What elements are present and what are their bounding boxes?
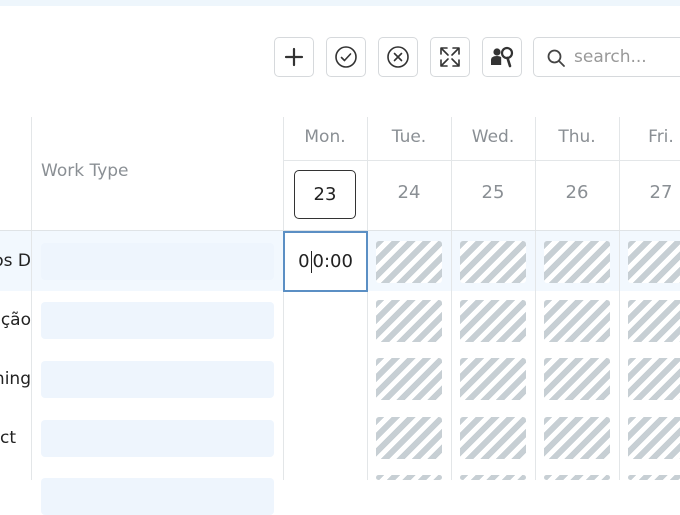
disabled-time-cell	[460, 358, 526, 400]
work-type-select[interactable]	[41, 478, 274, 515]
expand-icon	[440, 47, 460, 67]
date-wed[interactable]: 25	[451, 182, 535, 203]
date-mon-today[interactable]: 23	[294, 170, 356, 219]
disabled-time-cell	[376, 475, 442, 480]
disabled-time-cell	[544, 358, 610, 400]
time-entry-after-caret: 0:00	[312, 251, 353, 272]
date-fri[interactable]: 27	[619, 182, 680, 203]
row-project-label: ct	[0, 428, 17, 448]
work-type-select[interactable]	[41, 420, 274, 457]
work-type-select[interactable]	[41, 243, 274, 280]
work-type-select[interactable]	[41, 361, 274, 398]
expand-button[interactable]	[430, 37, 470, 77]
disabled-time-cell	[460, 241, 526, 283]
disabled-time-cell	[544, 300, 610, 342]
disabled-time-cell	[460, 417, 526, 459]
grid-divider	[451, 117, 452, 480]
x-circle-icon	[387, 46, 409, 68]
work-type-header: Work Type	[41, 161, 129, 181]
time-entry-before-caret: 0	[298, 251, 310, 272]
check-circle-icon	[335, 46, 357, 68]
disabled-time-cell	[628, 300, 680, 342]
day-header-tue: Tue.	[391, 127, 427, 147]
grid-divider	[283, 160, 680, 161]
search-input[interactable]	[574, 46, 680, 68]
plus-icon	[284, 47, 304, 67]
day-header-mon: Mon.	[304, 127, 346, 147]
day-header-wed: Wed.	[471, 127, 515, 147]
disabled-time-cell	[376, 300, 442, 342]
day-header-fri: Fri.	[648, 127, 674, 147]
people-search-icon	[491, 46, 514, 68]
disabled-time-cell	[628, 358, 680, 400]
day-header-thu: Thu.	[558, 127, 596, 147]
disabled-time-cell	[628, 417, 680, 459]
row-project-label: ição	[0, 310, 31, 330]
grid-divider	[535, 117, 536, 480]
disabled-time-cell	[376, 417, 442, 459]
disabled-time-cell	[460, 475, 526, 480]
disabled-time-cell	[460, 300, 526, 342]
disabled-time-cell	[376, 358, 442, 400]
disabled-time-cell	[628, 241, 680, 283]
disabled-time-cell	[544, 241, 610, 283]
grid-divider	[283, 117, 284, 480]
disabled-time-cell	[376, 241, 442, 283]
add-entry-button[interactable]	[274, 37, 314, 77]
row-project-label: os D	[0, 251, 31, 271]
disabled-time-cell	[628, 475, 680, 480]
top-banner	[0, 0, 680, 6]
date-tue[interactable]: 24	[367, 182, 451, 203]
search-box[interactable]	[533, 37, 680, 77]
reject-button[interactable]	[378, 37, 418, 77]
time-entry-input[interactable]: 0 0:00	[283, 231, 368, 292]
people-filter-button[interactable]	[482, 37, 522, 77]
text-caret	[310, 250, 312, 273]
disabled-time-cell	[544, 475, 610, 480]
approve-button[interactable]	[326, 37, 366, 77]
row-project-label: hing	[0, 369, 31, 389]
grid-divider	[619, 117, 620, 480]
disabled-time-cell	[544, 417, 610, 459]
grid-divider	[367, 117, 368, 480]
date-thu[interactable]: 26	[535, 182, 619, 203]
search-icon	[547, 49, 565, 67]
grid-divider	[31, 117, 32, 480]
work-type-select[interactable]	[41, 302, 274, 339]
